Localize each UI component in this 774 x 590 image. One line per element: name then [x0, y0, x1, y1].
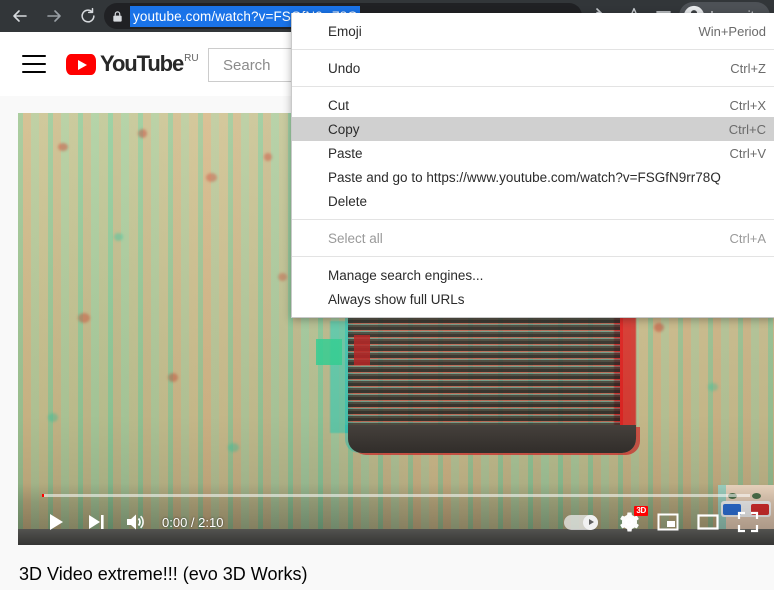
context-menu-item-label: Delete [328, 193, 368, 209]
browser-window: YouTube RU Search 0:00 / 2:10 3D 3D Vide… [0, 0, 774, 590]
forward-button[interactable] [40, 2, 68, 30]
next-button[interactable] [76, 502, 116, 542]
context-menu-item-label: Undo [328, 60, 361, 76]
youtube-logo[interactable]: YouTube RU [66, 52, 199, 76]
context-menu-item-shortcut: Ctrl+V [729, 145, 766, 161]
context-menu-item[interactable]: Paste and go to https://www.youtube.com/… [292, 165, 774, 189]
context-menu-item[interactable]: Cut Ctrl+X [292, 93, 774, 117]
context-menu-item[interactable]: Select all Ctrl+A [292, 226, 774, 250]
context-menu[interactable]: Emoji Win+Period Undo Ctrl+Z Cut Ctrl+X Copy Ct… [291, 13, 774, 318]
context-menu-item-shortcut: Ctrl+A [729, 230, 766, 246]
video-title: 3D Video extreme!!! (evo 3D Works) [19, 564, 308, 584]
autoplay-toggle[interactable] [564, 514, 598, 530]
context-menu-item-label: Paste and go to https://www.youtube.com/… [328, 169, 721, 185]
volume-on-icon [127, 514, 144, 530]
context-menu-item[interactable]: Delete [292, 189, 774, 213]
context-menu-item-label: Copy [328, 121, 360, 137]
hamburger-menu-icon[interactable] [22, 55, 46, 73]
context-menu-item[interactable]: Paste Ctrl+V [292, 141, 774, 165]
context-menu-separator [292, 219, 774, 220]
progress-played [42, 494, 44, 497]
forward-arrow-icon [47, 10, 61, 22]
youtube-play-icon [66, 54, 96, 75]
settings-3d-badge: 3D [634, 506, 648, 516]
youtube-logo-text: YouTube [100, 51, 184, 76]
context-menu-item-label: Manage search engines... [328, 267, 484, 283]
search-placeholder: Search [223, 56, 271, 74]
theater-mode-icon [697, 514, 719, 530]
reload-icon [81, 7, 95, 23]
time-display: 0:00 / 2:10 [162, 514, 224, 530]
play-icon [50, 514, 63, 530]
miniplayer-button[interactable] [648, 502, 688, 542]
lock-icon [104, 10, 130, 23]
context-menu-separator [292, 86, 774, 87]
context-menu-item-shortcut: Win+Period [698, 23, 766, 39]
youtube-country-code: RU [184, 53, 199, 64]
fullscreen-button[interactable] [728, 502, 768, 542]
settings-button[interactable]: 3D [610, 502, 648, 542]
back-arrow-icon [13, 10, 27, 22]
context-menu-item[interactable]: Manage search engines... [292, 263, 774, 287]
next-track-icon [89, 515, 104, 529]
context-menu-item-label: Select all [328, 230, 383, 246]
miniplayer-icon [657, 513, 679, 531]
context-menu-item[interactable]: Emoji Win+Period [292, 19, 774, 43]
context-menu-item-shortcut: Ctrl+C [728, 121, 766, 137]
context-menu-item[interactable]: Undo Ctrl+Z [292, 56, 774, 80]
context-menu-item-shortcut: Ctrl+X [729, 97, 766, 113]
context-menu-item-label: Always show full URLs [328, 291, 465, 307]
context-menu-item-label: Paste [328, 145, 363, 161]
reload-button[interactable] [74, 2, 102, 30]
volume-button[interactable] [116, 502, 156, 542]
theater-button[interactable] [688, 502, 728, 542]
play-button[interactable] [36, 502, 76, 542]
context-menu-item[interactable]: Copy Ctrl+C [292, 117, 774, 141]
context-menu-item[interactable]: Always show full URLs [292, 287, 774, 311]
context-menu-item-label: Emoji [328, 23, 362, 39]
context-menu-separator [292, 49, 774, 50]
context-menu-item-shortcut: Ctrl+Z [730, 60, 766, 76]
fullscreen-icon [737, 511, 759, 533]
progress-bar[interactable] [42, 494, 750, 497]
back-button[interactable] [6, 2, 34, 30]
context-menu-separator [292, 256, 774, 257]
context-menu-item-label: Cut [328, 97, 350, 113]
autoplay-toggle-icon [583, 514, 598, 530]
player-controls-right: 3D [564, 499, 768, 545]
